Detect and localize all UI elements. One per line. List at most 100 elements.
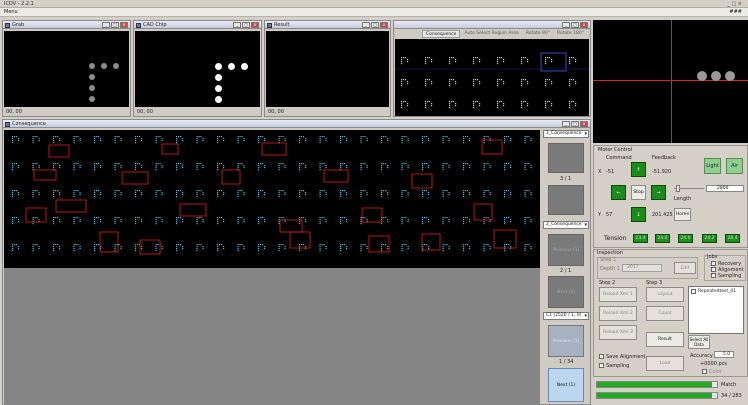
chip-pad: [344, 163, 346, 165]
select-all-button[interactable]: Select All Data: [688, 335, 710, 349]
grab-image[interactable]: [4, 31, 129, 107]
thumbnail-2[interactable]: [548, 185, 584, 215]
grab-window[interactable]: Grab _ □ × 00, 00: [2, 20, 131, 117]
consequence-map[interactable]: [4, 130, 540, 268]
list-item-checkbox[interactable]: [691, 289, 696, 294]
alignment-checkbox[interactable]: [711, 267, 716, 272]
tension-value-3[interactable]: 24.0: [678, 234, 693, 243]
count-button[interactable]: Count: [646, 306, 684, 321]
speed-input[interactable]: 2800: [706, 185, 744, 192]
minimize-button[interactable]: _: [102, 22, 110, 28]
result-button[interactable]: Result: [646, 332, 684, 347]
chip-pad: [422, 190, 424, 192]
chip-pad: [340, 244, 342, 246]
tension-value-4[interactable]: 24.2: [702, 234, 717, 243]
color-checkbox[interactable]: [702, 369, 707, 374]
previous-button[interactable]: Previous (1): [548, 234, 584, 266]
edit-button[interactable]: Edit: [674, 262, 696, 274]
result-image[interactable]: [266, 31, 389, 107]
thumbnail-1[interactable]: [548, 143, 584, 173]
chip-pad: [360, 169, 362, 171]
chip-pad: [241, 136, 243, 138]
air-button[interactable]: Air: [726, 158, 743, 174]
tab-rotate-180[interactable]: Rotate 180°: [554, 30, 587, 38]
result-window[interactable]: Result _ □ × 00, 00: [264, 20, 391, 117]
up-arrow-button[interactable]: ↑: [631, 162, 646, 177]
chip-pad: [405, 190, 407, 192]
minimize-button[interactable]: _: [562, 22, 570, 28]
save-alignment-checkbox[interactable]: [599, 354, 604, 359]
chip-pad: [545, 85, 547, 87]
sampling-checkbox[interactable]: [711, 273, 716, 278]
close-button[interactable]: ×: [251, 22, 259, 28]
maximize-button[interactable]: □: [111, 22, 119, 28]
chip-pad: [202, 246, 204, 248]
maximize-button[interactable]: □: [242, 22, 250, 28]
maximize-button[interactable]: □: [571, 121, 579, 127]
cad-chip-window[interactable]: CAD Chip _ □ × 00, 00: [133, 20, 262, 117]
load-button[interactable]: Load: [646, 356, 684, 371]
chip-pad: [12, 136, 14, 138]
consequence-main-window[interactable]: Consequence _□× 1_Consequence 3 / 1 2_Co…: [2, 119, 591, 405]
menu-item-menu[interactable]: Menu: [4, 9, 18, 15]
layout-button[interactable]: Layout: [646, 287, 684, 302]
accuracy-input[interactable]: 5.0: [714, 351, 734, 358]
chip-pad: [442, 223, 444, 225]
left-arrow-button[interactable]: ←: [611, 185, 626, 200]
stop-button[interactable]: Stop: [631, 185, 646, 200]
consequence-select-3[interactable]: C1 (2520 / 1, 0): [543, 312, 589, 320]
tab-rotate-90[interactable]: Rotate 90°: [523, 30, 553, 38]
chip-pad: [57, 136, 59, 138]
consequence-top-canvas[interactable]: [395, 39, 589, 116]
chip-pad: [510, 194, 512, 196]
window-controls[interactable]: _ □ ×: [727, 1, 742, 7]
chip-pad: [431, 105, 433, 107]
tab-auto-select[interactable]: Auto Select Region Area: [461, 30, 521, 38]
previous-button-2[interactable]: Previous (1): [548, 325, 584, 357]
consequence-top-window[interactable]: _ □ × Consequence Auto Select Region Area …: [393, 20, 591, 117]
camera-view[interactable]: [593, 20, 748, 143]
chip-pad: [264, 194, 266, 196]
minimize-button[interactable]: _: [562, 121, 570, 127]
maximize-button[interactable]: □: [371, 22, 379, 28]
close-button[interactable]: ×: [120, 22, 128, 28]
speed-slider-thumb[interactable]: [676, 185, 680, 192]
sampling-option-checkbox[interactable]: [599, 363, 604, 368]
crosshair-vertical: [671, 20, 672, 143]
next-button[interactable]: Next (1): [548, 276, 584, 308]
close-button[interactable]: ×: [380, 22, 388, 28]
chip-pad: [155, 246, 157, 248]
chip-pad: [428, 138, 430, 140]
data-list[interactable]: Repeatedtest_01: [688, 286, 744, 334]
minimize-button[interactable]: _: [362, 22, 370, 28]
close-button[interactable]: ×: [580, 22, 588, 28]
tab-consequence[interactable]: Consequence: [422, 30, 461, 38]
home-button[interactable]: Home: [674, 208, 691, 221]
consequence-select-1[interactable]: 1_Consequence: [543, 130, 589, 138]
reload-xml-1-button[interactable]: Reload Xml 1: [599, 287, 637, 302]
chip-pad: [473, 103, 475, 105]
list-item[interactable]: Repeatedtest_01: [698, 289, 736, 294]
chip-pad: [530, 138, 532, 140]
maximize-button[interactable]: □: [571, 22, 579, 28]
chip-pad: [53, 217, 55, 219]
next-bottom-button[interactable]: Next (1): [548, 368, 584, 402]
right-arrow-button[interactable]: →: [651, 185, 666, 200]
cad-image[interactable]: [135, 31, 260, 107]
recovery-checkbox[interactable]: [711, 261, 716, 266]
light-button[interactable]: Light: [704, 158, 721, 174]
chip-pad: [176, 169, 178, 171]
chip-pad: [442, 221, 444, 223]
down-arrow-button[interactable]: ↓: [631, 207, 646, 222]
reload-xml-2-button[interactable]: Reload Xml 2: [599, 306, 637, 321]
depth-input[interactable]: 2017: [622, 264, 662, 272]
chip-pad: [38, 194, 40, 196]
close-button[interactable]: ×: [580, 121, 588, 127]
chip-pad: [196, 248, 198, 250]
consequence-select-2[interactable]: 2_Consequence: [543, 221, 589, 229]
tension-value-2[interactable]: 24.0: [655, 234, 670, 243]
tension-value-5[interactable]: 26.4: [725, 234, 740, 243]
minimize-button[interactable]: _: [233, 22, 241, 28]
reload-xml-3-button[interactable]: Reload Xml 3: [599, 325, 637, 340]
tension-value-1[interactable]: 23.4: [633, 234, 648, 243]
